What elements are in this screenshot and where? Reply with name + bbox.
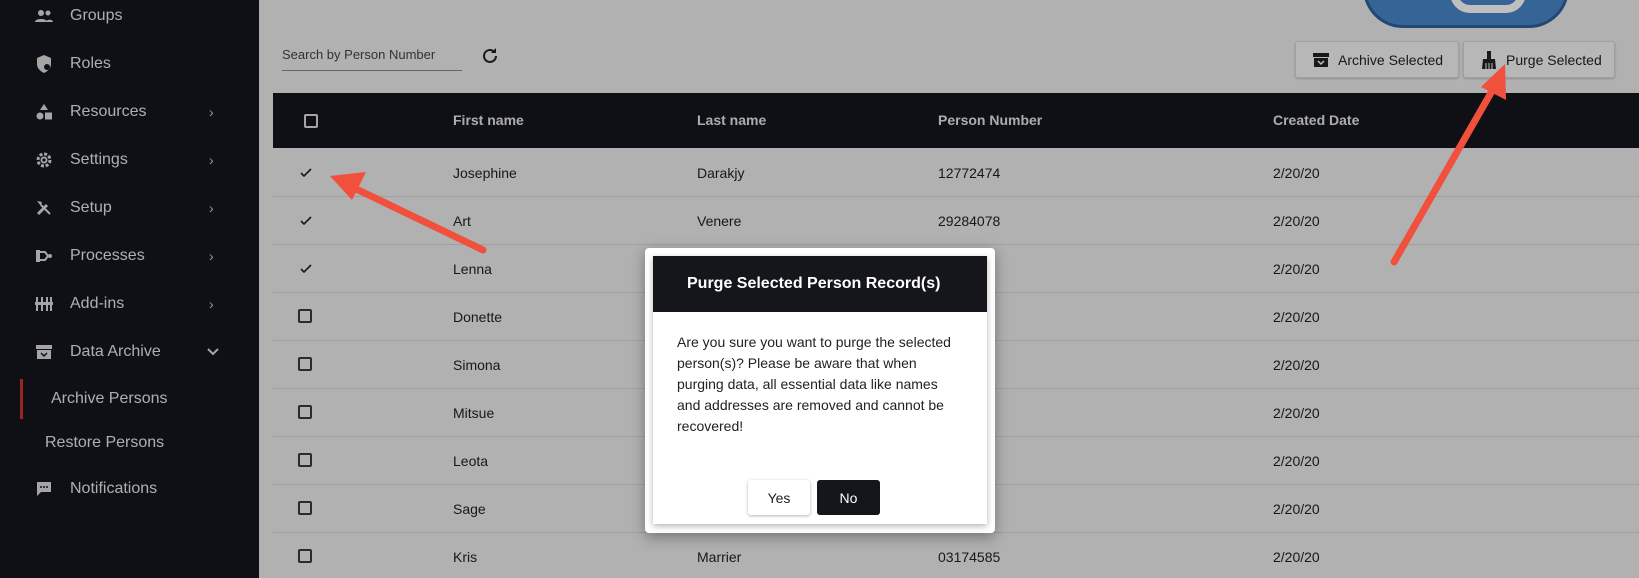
purge-dialog: Purge Selected Person Record(s) Are you … [653, 256, 987, 524]
dialog-header: Purge Selected Person Record(s) [653, 256, 987, 312]
dialog-title: Purge Selected Person Record(s) [687, 275, 941, 292]
no-button[interactable]: No [817, 480, 880, 515]
purge-dialog-frame: Purge Selected Person Record(s) Are you … [645, 248, 995, 533]
dialog-message: Are you sure you want to purge the selec… [677, 334, 951, 434]
yes-button[interactable]: Yes [748, 480, 810, 515]
